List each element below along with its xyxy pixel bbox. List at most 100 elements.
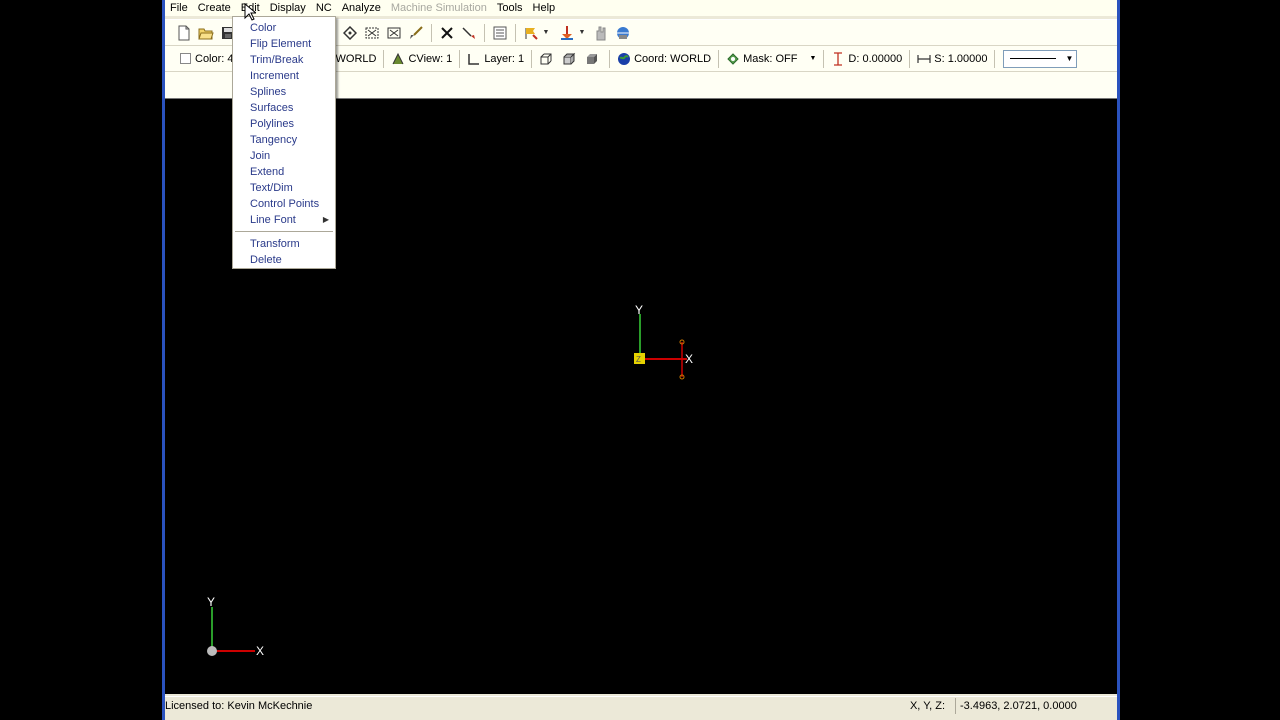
tplane-selector[interactable]: WORLD	[333, 49, 380, 69]
menu-nc[interactable]: NC	[311, 0, 337, 16]
select-window-icon[interactable]	[361, 23, 382, 43]
toolbar-separator	[459, 49, 461, 68]
delete-x-icon[interactable]	[436, 23, 457, 43]
menu-item-polylines[interactable]: Polylines	[233, 116, 335, 132]
toolbar-separator	[718, 49, 720, 68]
menu-item-tangency[interactable]: Tangency	[233, 132, 335, 148]
toolbar-separator	[484, 23, 485, 42]
line-style-select[interactable]: ▼	[1003, 49, 1078, 68]
open-file-icon[interactable]	[195, 23, 216, 43]
menu-create[interactable]: Create	[193, 0, 236, 16]
select-chain-icon[interactable]	[383, 23, 404, 43]
shaded-view-button[interactable]	[582, 49, 605, 69]
window-frame-right	[1117, 0, 1120, 720]
menu-item-surfaces[interactable]: Surfaces	[233, 100, 335, 116]
scale-label: S: 1.00000	[934, 52, 988, 65]
line-style-preview	[1010, 58, 1057, 59]
edit-dropdown-menu: Color Flip Element Trim/Break Increment …	[232, 16, 336, 269]
cview-selector[interactable]: CView: 1	[388, 49, 455, 69]
mask-selector[interactable]: Mask: OFF ▼	[723, 49, 819, 69]
hand-icon[interactable]	[590, 23, 611, 43]
chevron-down-icon[interactable]: ▼	[578, 23, 586, 43]
mask-icon	[726, 52, 740, 66]
cview-label: CView: 1	[408, 52, 453, 65]
xyz-label: X, Y, Z:	[909, 699, 945, 712]
menu-item-join[interactable]: Join	[233, 148, 335, 164]
license-text: Licensed to: Kevin McKechnie	[165, 699, 313, 712]
menu-item-splines[interactable]: Splines	[233, 84, 335, 100]
layer-selector[interactable]: Layer: 1	[464, 49, 527, 69]
menu-tools[interactable]: Tools	[492, 0, 528, 16]
menu-item-flip-element[interactable]: Flip Element	[233, 36, 335, 52]
hidden-line-icon	[562, 52, 576, 66]
center-axis-indicator: Z Y X	[634, 303, 693, 380]
menubar: File Create Edit Display NC Analyze Mach…	[165, 0, 1117, 16]
scale-field[interactable]: S: 1.00000	[914, 49, 990, 69]
menu-display[interactable]: Display	[265, 0, 311, 16]
menu-help[interactable]: Help	[528, 0, 561, 16]
generate-icon[interactable]	[556, 23, 577, 43]
menu-item-increment[interactable]: Increment	[233, 68, 335, 84]
toolbar-separator	[383, 49, 385, 68]
mouse-cursor-icon	[244, 2, 258, 24]
submenu-arrow-icon: ▶	[322, 215, 329, 224]
coord-selector[interactable]: Coord: WORLD	[614, 49, 714, 69]
menu-item-transform[interactable]: Transform	[233, 236, 335, 252]
color-swatch-icon	[178, 52, 192, 66]
chevron-down-icon[interactable]: ▼	[542, 23, 550, 43]
layer-icon	[467, 52, 481, 66]
depth-field[interactable]: D: 0.00000	[828, 49, 905, 69]
coord-label: Coord: WORLD	[634, 52, 712, 65]
toolbar-separator	[431, 23, 432, 42]
point-icon[interactable]	[339, 23, 360, 43]
corner-origin	[207, 646, 217, 656]
scale-icon	[917, 52, 931, 66]
shaded-icon	[585, 52, 599, 66]
wireframe-icon	[539, 52, 553, 66]
toolbar-separator	[823, 49, 825, 68]
menu-item-control-points[interactable]: Control Points	[233, 196, 335, 212]
chevron-down-icon[interactable]: ▼	[1062, 51, 1076, 67]
status-bar: Licensed to: Kevin McKechnie X, Y, Z: -3…	[165, 696, 1117, 714]
flag-icon[interactable]	[520, 23, 541, 43]
depth-icon	[831, 51, 845, 66]
chevron-down-icon[interactable]: ▼	[809, 55, 816, 62]
corner-axis-indicator: Y X	[207, 595, 264, 658]
menu-item-extend[interactable]: Extend	[233, 164, 335, 180]
menu-analyze[interactable]: Analyze	[337, 0, 386, 16]
toolpath-display-icon[interactable]	[489, 23, 510, 43]
render-icon[interactable]	[612, 23, 633, 43]
z-label: Z	[636, 355, 641, 364]
menu-file[interactable]: File	[165, 0, 193, 16]
xyz-value: -3.4963, 2.0721, 0.0000	[955, 697, 1117, 714]
menu-item-delete[interactable]: Delete	[233, 252, 335, 268]
toolbar-separator	[531, 49, 533, 68]
globe-icon	[617, 52, 631, 66]
depth-label: D: 0.00000	[848, 52, 903, 65]
color-selector[interactable]: Color: 4	[175, 49, 237, 69]
cview-icon	[391, 52, 405, 66]
hidden-line-view-button[interactable]	[559, 49, 582, 69]
modify-icon[interactable]	[458, 23, 479, 43]
toolbar-separator	[909, 49, 911, 68]
y-label: Y	[635, 303, 643, 317]
x-label: X	[685, 352, 693, 366]
wireframe-view-button[interactable]	[536, 49, 559, 69]
menu-item-line-font[interactable]: Line Font ▶	[233, 212, 335, 228]
menu-item-text-dim[interactable]: Text/Dim	[233, 180, 335, 196]
mask-label: Mask: OFF	[743, 52, 798, 65]
tplane-label: WORLD	[335, 52, 377, 65]
menu-item-line-font-label: Line Font	[250, 214, 296, 226]
color-label: Color: 4	[195, 52, 234, 65]
toolbar-separator	[609, 49, 611, 68]
brush-icon[interactable]	[405, 23, 426, 43]
menu-separator	[235, 231, 333, 232]
window-frame-left	[162, 0, 165, 720]
corner-y-label: Y	[207, 595, 215, 609]
menu-item-trim-break[interactable]: Trim/Break	[233, 52, 335, 68]
toolbar-separator	[994, 49, 996, 68]
corner-x-label: X	[256, 644, 264, 658]
layer-label: Layer: 1	[484, 52, 525, 65]
new-file-icon[interactable]	[173, 23, 194, 43]
menu-machine-simulation[interactable]: Machine Simulation	[386, 0, 492, 16]
